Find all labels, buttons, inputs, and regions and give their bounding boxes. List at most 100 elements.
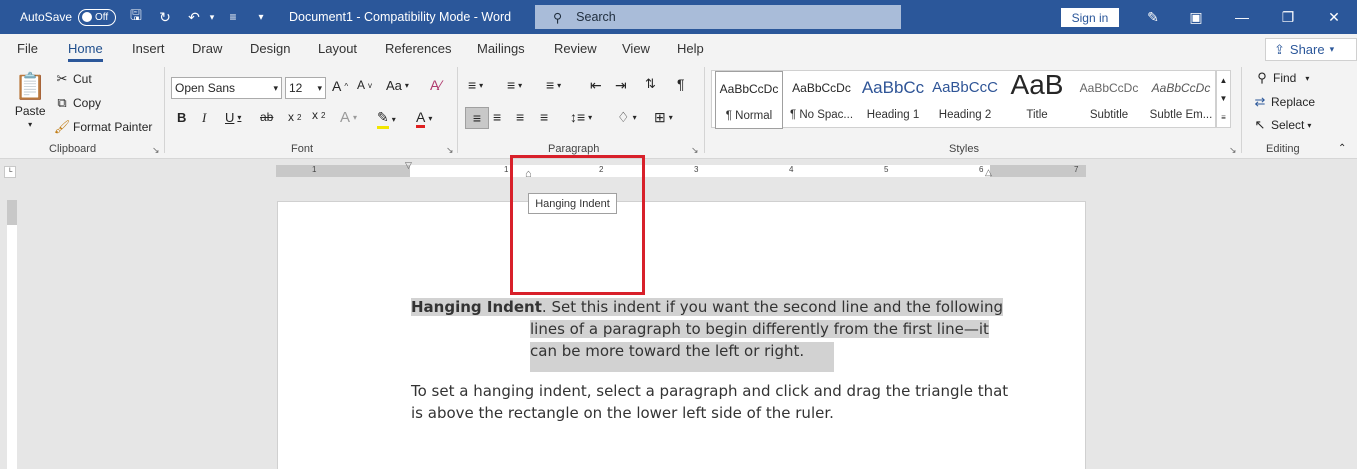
ribbon: 📋 Paste ▾ ✂ Cut ⧉ Copy 🖌 Format Painter Cli… [0,63,1357,159]
numbering-button[interactable]: ≡ ▾ [507,77,522,93]
style-name: Heading 2 [938,109,992,121]
multilevel-list-button[interactable]: ≡ ▾ [546,77,561,93]
line-spacing-button[interactable]: ↕≡ ▾ [570,109,592,125]
style-name: Subtle Em... [1149,109,1213,121]
replace-button[interactable]: ⇄ Replace [1252,94,1315,110]
autosave-toggle[interactable]: Off [78,0,116,34]
font-color-button[interactable]: A ▾ [416,109,432,128]
first-line-indent-marker[interactable]: ▽ [405,160,412,171]
strikethrough-button[interactable]: ab [260,110,273,124]
increase-indent-button[interactable]: ⇥ [615,77,627,94]
styles-launcher-icon[interactable]: ↘ [1229,145,1237,156]
tab-draw[interactable]: Draw [192,41,222,56]
style-heading-2[interactable]: AaBbCcC Heading 2 [932,71,998,129]
paragraph-launcher-icon[interactable]: ↘ [691,145,699,156]
cut-button[interactable]: ✂ Cut [54,71,92,87]
styles-scroll[interactable]: ▲ ▼ ≡ [1216,70,1231,128]
tab-layout[interactable]: Layout [318,41,357,56]
style-sample: AaBbCcDc [1151,81,1211,95]
chevron-down-icon: ▾ [273,82,278,93]
bullets-button[interactable]: ≡ ▾ [468,77,483,93]
cut-label: Cut [73,72,92,86]
style-subtitle[interactable]: AaBbCcDc Subtitle [1076,71,1142,129]
find-button[interactable]: ⚲ Find ▾ [1254,70,1309,86]
font-launcher-icon[interactable]: ↘ [446,145,454,156]
redo-icon[interactable]: ↻ [154,0,176,34]
italic-button[interactable]: I [202,110,206,126]
more-styles-icon[interactable]: ≡ [1221,113,1226,122]
tab-mailings[interactable]: Mailings [477,41,525,56]
pen-icon[interactable]: ✎ [1130,0,1176,34]
restore-icon[interactable]: ❐ [1265,0,1311,34]
tab-help[interactable]: Help [677,41,704,56]
underline-button[interactable]: U ▾ [225,110,241,125]
borders-button[interactable]: ⊞ ▾ [654,109,673,126]
share-button[interactable]: ⇪ Share ▾ [1265,38,1357,61]
clear-formatting-icon[interactable]: A∕ [430,77,442,93]
text-effects-button[interactable]: A ▾ [340,109,357,126]
numbering-qat-icon[interactable]: ≡ [222,0,244,34]
chevron-down-icon[interactable]: ▼ [1220,94,1228,103]
annotation-highlight-box [510,155,645,295]
style-title[interactable]: AaB Title [1004,69,1070,129]
right-indent-marker[interactable]: △ [985,167,992,178]
superscript-button[interactable]: x2 [312,108,325,122]
font-size-combo[interactable]: 12 ▾ [285,77,326,99]
highlight-color-button[interactable]: ✎ ▾ [377,109,396,129]
clipboard-group-label: Clipboard [49,143,97,155]
subscript-button[interactable]: x2 [288,110,301,124]
cursor-icon: ↖ [1254,117,1266,132]
align-left-button[interactable]: ≡ [465,107,489,129]
paste-button[interactable]: 📋 Paste ▾ [14,71,46,129]
ribbon-tabs: File Home Insert Draw Design Layout Refe… [0,34,1357,63]
search-box[interactable]: ⚲ Search [535,5,901,29]
close-icon[interactable]: ✕ [1311,0,1357,34]
paste-icon: 📋 [14,71,47,101]
shading-button[interactable]: ♢ ▾ [617,109,637,126]
tab-selector[interactable]: └ [4,166,16,178]
show-formatting-marks-button[interactable]: ¶ [677,76,685,92]
tab-file[interactable]: File [17,41,38,56]
style-sample: AaBbCc [861,78,925,97]
tab-view[interactable]: View [622,41,650,56]
tab-home[interactable]: Home [68,41,103,62]
save-icon[interactable]: 🖫 [125,0,147,34]
sort-button[interactable]: ⇅ [645,76,656,92]
vertical-ruler[interactable] [7,200,17,469]
style-normal[interactable]: AaBbCcDc ¶ Normal [715,71,783,129]
tab-design[interactable]: Design [250,41,290,56]
paragraph-1-line-1: Hanging Indent. Set this indent if you w… [411,296,1004,318]
style-no-spacing[interactable]: AaBbCcDc ¶ No Spac... [788,71,855,129]
select-button[interactable]: ↖ Select ▾ [1252,117,1312,133]
format-painter-button[interactable]: 🖌 Format Painter [54,119,153,135]
align-center-button[interactable]: ≡ [493,109,501,125]
change-case-button[interactable]: Aa ▾ [386,78,409,93]
bold-button[interactable]: B [177,110,186,125]
chevron-up-icon[interactable]: ▲ [1220,76,1228,85]
align-right-button[interactable]: ≡ [516,109,524,125]
font-name-combo[interactable]: Open Sans ▾ [171,77,282,99]
tab-review[interactable]: Review [554,41,597,56]
tab-insert[interactable]: Insert [132,41,165,56]
style-subtle-emphasis[interactable]: AaBbCcDc Subtle Em... [1147,71,1215,129]
ribbon-display-icon[interactable]: ▣ [1173,0,1219,34]
tab-references[interactable]: References [385,41,451,56]
minimize-icon[interactable]: — [1219,0,1265,34]
group-divider [457,67,458,153]
grow-font-button[interactable]: A ^ [332,78,348,94]
autosave-label: AutoSave [20,10,73,24]
undo-dropdown-icon[interactable]: ▾ [201,0,223,34]
style-sample: AaBbCcDc [792,81,851,95]
style-sample: AaBbCcDc [1079,81,1139,95]
sign-in-button[interactable]: Sign in [1061,8,1119,27]
shrink-font-button[interactable]: Av [357,78,372,92]
style-heading-1[interactable]: AaBbCc Heading 1 [861,71,925,129]
horizontal-ruler[interactable]: 1 1 2 3 4 5 6 7 [276,165,1086,177]
copy-button[interactable]: ⧉ Copy [54,95,101,111]
clipboard-launcher-icon[interactable]: ↘ [152,145,160,156]
collapse-ribbon-icon[interactable]: ⌃ [1338,143,1346,154]
paragraph-2-line-1: To set a hanging indent, select a paragr… [411,382,1009,400]
justify-button[interactable]: ≡ [540,109,548,125]
customize-qat-icon[interactable]: ▾ [250,0,272,34]
decrease-indent-button[interactable]: ⇤ [590,77,602,94]
